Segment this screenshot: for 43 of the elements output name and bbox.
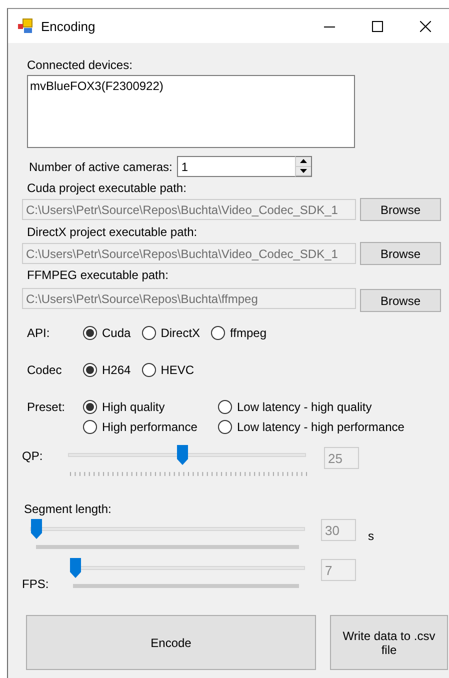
radio-icon[interactable] — [142, 363, 156, 377]
radio-option[interactable]: HEVC — [142, 363, 194, 377]
group-label: Codec — [27, 363, 63, 377]
radio-option[interactable]: High performance — [83, 420, 218, 434]
group-label: Preset: — [27, 400, 66, 414]
radio-option[interactable]: Low latency - high performance — [218, 420, 449, 434]
unit-label: s — [368, 529, 374, 545]
qp-label: QP: — [22, 449, 44, 465]
devices-list[interactable]: mvBlueFOX3(F2300922) — [27, 75, 355, 148]
slider-label: Segment length: — [24, 502, 112, 516]
path-label: FFMPEG executable path: — [27, 268, 170, 282]
list-item[interactable]: mvBlueFOX3(F2300922) — [30, 79, 352, 93]
maximize-icon — [372, 20, 382, 32]
radio-icon[interactable] — [142, 326, 156, 340]
path-label: DirectX project executable path: — [27, 225, 198, 239]
devices-label: Connected devices: — [27, 58, 134, 72]
app-icon — [17, 18, 33, 34]
radio-icon[interactable] — [83, 363, 97, 377]
slider-track[interactable] — [70, 558, 305, 578]
radio-option[interactable]: H264 — [83, 363, 131, 377]
fps-label: FPS: — [22, 577, 50, 591]
window-title: Encoding — [41, 18, 96, 34]
radio-option[interactable]: Cuda — [83, 326, 131, 340]
csv-button[interactable]: Write data to .csv file — [330, 615, 448, 670]
number-field[interactable]: 1 — [177, 156, 296, 177]
radio-icon[interactable] — [218, 400, 232, 414]
radio-option[interactable]: Low latency - high quality — [218, 400, 449, 414]
radio-icon[interactable] — [218, 420, 232, 434]
radio-icon[interactable] — [83, 400, 97, 414]
slider-track[interactable] — [68, 445, 306, 465]
slider-track[interactable] — [30, 519, 305, 539]
encode-button[interactable]: Encode — [26, 615, 316, 670]
radio-icon[interactable] — [211, 326, 226, 340]
radio-option[interactable]: High quality — [83, 400, 218, 414]
radio-icon[interactable] — [83, 326, 97, 340]
cameras-label: Number of active cameras: — [29, 160, 172, 174]
radio-option[interactable]: DirectX — [142, 326, 200, 340]
close-icon — [420, 20, 430, 32]
radio-option[interactable]: ffmpeg — [211, 326, 266, 340]
group-label: API: — [27, 326, 51, 340]
radio-icon[interactable] — [83, 420, 97, 434]
path-label: Cuda project executable path: — [27, 181, 188, 195]
spin-up-icon[interactable] — [296, 157, 312, 166]
